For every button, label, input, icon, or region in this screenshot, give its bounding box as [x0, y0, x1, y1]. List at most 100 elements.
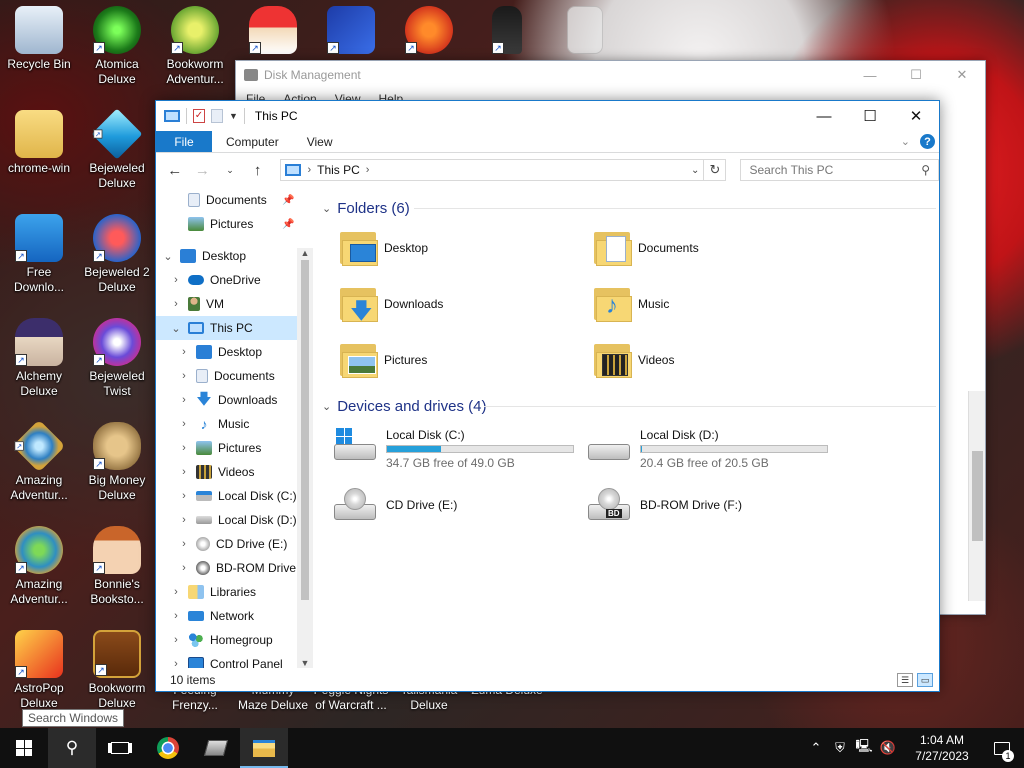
desktop-icon-amazing-adventures[interactable]: ↗ Amazing Adventur... [0, 416, 78, 512]
large-icons-view-icon[interactable]: ▭ [917, 673, 933, 687]
folder-downloads[interactable]: 🡇 Downloads [338, 284, 592, 324]
expand-chevron-icon[interactable]: › [170, 634, 182, 646]
forward-button[interactable]: → [192, 162, 214, 179]
search-input[interactable]: Search This PC ⚲ [740, 159, 940, 181]
address-bar[interactable]: › This PC › ⌄ ↻ [280, 159, 727, 181]
nav-item-cd-drive[interactable]: › CD Drive (E:) [156, 532, 313, 556]
collapse-group-icon[interactable]: ⌄ [322, 202, 331, 215]
desktop-icon-free-download[interactable]: ↗ Free Downlo... [0, 208, 78, 304]
tab-view[interactable]: View [293, 131, 347, 152]
desktop-icon-alchemy[interactable]: ↗ Alchemy Deluxe [0, 312, 78, 408]
content-pane[interactable]: ⌄ Folders (6) Desktop Documents 🡇 Downlo… [316, 198, 936, 668]
details-view-icon[interactable]: ☰ [897, 673, 913, 687]
nav-item-control-panel[interactable]: › Control Panel [156, 652, 313, 668]
tab-file[interactable]: File [156, 131, 212, 152]
scroll-up-icon[interactable]: ▲ [297, 248, 313, 258]
dm-scroll-thumb[interactable] [972, 451, 983, 541]
expand-chevron-icon[interactable]: › [170, 610, 182, 622]
folders-group-header[interactable]: ⌄ Folders (6) [316, 198, 936, 218]
volume-muted-icon[interactable]: 🔇 [876, 740, 900, 756]
help-icon[interactable]: ? [920, 134, 935, 149]
nav-item-vm[interactable]: › VM [156, 292, 313, 316]
navigation-scrollbar[interactable]: ▲ ▼ [297, 248, 313, 668]
desktop-icon-bookworm-adventures[interactable]: ↗ Bookworm Adventur... [156, 0, 234, 96]
breadcrumb-separator-icon[interactable]: › [307, 164, 311, 176]
nav-item-music[interactable]: › ♪ Music [156, 412, 313, 436]
desktop-icon-atomica[interactable]: ↗ Atomica Deluxe [78, 0, 156, 96]
folder-documents[interactable]: Documents [592, 228, 846, 268]
expand-chevron-icon[interactable]: › [170, 586, 182, 598]
desktop-icon-amazing-adventures-2[interactable]: ↗ Amazing Adventur... [0, 520, 78, 616]
refresh-button[interactable]: ↻ [703, 160, 725, 180]
clock[interactable]: 1:04 AM 7/27/2023 [904, 732, 980, 764]
pin-icon[interactable]: 📌 [282, 219, 294, 230]
chrome-taskbar-button[interactable] [144, 728, 192, 768]
address-dropdown-icon[interactable]: ⌄ [691, 165, 699, 176]
drive-bd-rom-f[interactable]: BD BD-ROM Drive (F:) [586, 486, 840, 530]
folder-videos[interactable]: Videos [592, 340, 846, 380]
expand-chevron-icon[interactable]: › [178, 562, 190, 574]
navigation-scroll-thumb[interactable] [301, 260, 309, 600]
explorer-window[interactable]: ✓ ▼ This PC — ☐ ✕ File Computer View ⌄ ?… [155, 100, 940, 692]
dm-scrollbar[interactable] [968, 391, 985, 601]
expand-chevron-icon[interactable]: › [170, 274, 182, 286]
nav-item-homegroup[interactable]: › Homegroup [156, 628, 313, 652]
nav-item-documents-pinned[interactable]: Documents 📌 [156, 188, 313, 212]
navigation-pane[interactable]: Documents 📌 Pictures 📌 ⌄ Desktop › OneDr… [156, 188, 313, 668]
nav-item-pictures[interactable]: › Pictures [156, 436, 313, 460]
drive-local-disk-d[interactable]: Local Disk (D:) 20.4 GB free of 20.5 GB [586, 426, 840, 470]
desktop-icon-astropop[interactable]: ↗ AstroPop Deluxe [0, 624, 78, 720]
nav-item-desktop[interactable]: ⌄ Desktop [156, 244, 313, 268]
recent-locations-icon[interactable]: ⌄ [219, 165, 241, 176]
nav-item-network[interactable]: › Network [156, 604, 313, 628]
explorer-titlebar[interactable]: ✓ ▼ This PC — ☐ ✕ [156, 101, 939, 131]
nav-item-local-disk-c[interactable]: › Local Disk (C:) [156, 484, 313, 508]
desktop-icon-chrome-win[interactable]: chrome-win [0, 104, 78, 200]
expand-chevron-icon[interactable]: › [178, 442, 190, 454]
nav-item-bd-rom-drive[interactable]: › BD-ROM Drive [156, 556, 313, 580]
desktop-icon-big-money[interactable]: ↗ Big Money Deluxe [78, 416, 156, 512]
back-button[interactable]: ← [164, 162, 186, 179]
folder-pictures[interactable]: Pictures [338, 340, 592, 380]
expand-ribbon-icon[interactable]: ⌄ [901, 135, 910, 148]
expand-chevron-icon[interactable]: › [178, 370, 190, 382]
folder-desktop[interactable]: Desktop [338, 228, 592, 268]
file-explorer-taskbar-button[interactable] [240, 728, 288, 768]
minimize-button[interactable]: — [801, 101, 847, 131]
nav-item-libraries[interactable]: › Libraries [156, 580, 313, 604]
drive-cd-e[interactable]: CD Drive (E:) [332, 486, 586, 530]
close-button[interactable]: ✕ [893, 101, 939, 131]
nav-item-local-disk-d[interactable]: › Local Disk (D:) [156, 508, 313, 532]
action-center-button[interactable]: 1 [980, 728, 1024, 768]
desktop-icon-bonnies-bookstore[interactable]: ↗ Bonnie's Booksto... [78, 520, 156, 616]
customize-qa-dropdown-icon[interactable]: ▼ [229, 111, 238, 121]
task-view-button[interactable] [96, 728, 144, 768]
expand-chevron-icon[interactable]: › [178, 490, 190, 502]
tab-computer[interactable]: Computer [212, 131, 293, 152]
expand-chevron-icon[interactable]: › [178, 514, 190, 526]
expand-chevron-icon[interactable]: › [170, 658, 182, 668]
collapse-chevron-icon[interactable]: ⌄ [162, 250, 174, 263]
desktop-icon-bookworm-deluxe[interactable]: ↗ Bookworm Deluxe [78, 624, 156, 720]
pin-icon[interactable]: 📌 [282, 195, 294, 206]
nav-item-pictures-pinned[interactable]: Pictures 📌 [156, 212, 313, 236]
dm-close-button[interactable]: ✕ [939, 61, 985, 89]
drive-local-disk-c[interactable]: Local Disk (C:) 34.7 GB free of 49.0 GB [332, 426, 586, 470]
collapse-group-icon[interactable]: ⌄ [322, 400, 331, 413]
expand-chevron-icon[interactable]: › [178, 346, 190, 358]
dm-maximize-button[interactable]: ☐ [893, 61, 939, 89]
expand-chevron-icon[interactable]: › [178, 538, 190, 550]
show-hidden-icons-chevron-icon[interactable]: ⌃ [804, 740, 828, 756]
network-icon[interactable]: 🖳 [852, 737, 876, 759]
maximize-button[interactable]: ☐ [847, 101, 893, 131]
dm-minimize-button[interactable]: — [847, 61, 893, 89]
desktop-icon-bejeweled[interactable]: ↗ Bejeweled Deluxe [78, 104, 156, 200]
nav-item-desktop-sub[interactable]: › Desktop [156, 340, 313, 364]
expand-chevron-icon[interactable]: › [178, 466, 190, 478]
desktop-icon-recycle-bin[interactable]: Recycle Bin [0, 0, 78, 96]
nav-item-this-pc[interactable]: ⌄ This PC [156, 316, 313, 340]
start-button[interactable] [0, 728, 48, 768]
desktop-icon-bejeweled-twist[interactable]: ↗ Bejeweled Twist [78, 312, 156, 408]
nav-item-downloads[interactable]: › 🡇 Downloads [156, 388, 313, 412]
expand-chevron-icon[interactable]: › [178, 418, 190, 430]
